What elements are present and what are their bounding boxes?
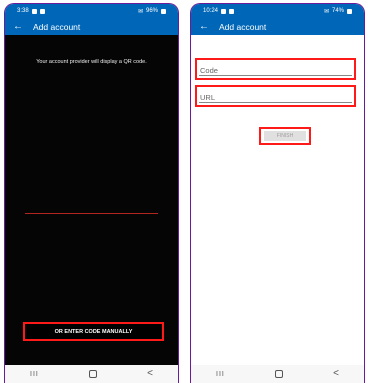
scan-line	[25, 213, 158, 214]
notification-icon	[31, 8, 37, 14]
notification-icon	[39, 8, 45, 14]
phone-qr-scan-screen: 3:38 ✉ 96% ← Add account Your account pr…	[4, 3, 179, 383]
status-time: 3:38	[17, 8, 29, 14]
notification-icon	[221, 8, 227, 14]
input-underline	[199, 102, 352, 103]
qr-camera-viewfinder: Your account provider will display a QR …	[5, 35, 178, 365]
qr-instruction-text: Your account provider will display a QR …	[36, 59, 147, 65]
status-bar: 10:24 ✉ 74%	[191, 4, 364, 18]
page-title: Add account	[33, 21, 81, 32]
finish-button-highlight: FINISH	[259, 127, 311, 145]
back-arrow-icon[interactable]: ←	[199, 21, 213, 32]
wifi-icon: ✉	[323, 8, 329, 15]
page-title: Add account	[219, 21, 267, 32]
home-icon[interactable]	[274, 370, 283, 378]
url-input[interactable]	[197, 88, 354, 107]
nav-back-icon[interactable]: <	[333, 369, 339, 379]
back-arrow-icon[interactable]: ←	[13, 21, 27, 32]
manual-entry-form: FINISH	[191, 35, 364, 365]
recent-apps-icon[interactable]: III	[30, 371, 39, 378]
nav-back-icon[interactable]: <	[147, 369, 153, 379]
android-nav-bar: III <	[191, 365, 364, 383]
battery-icon	[161, 8, 166, 14]
enter-code-manually-button[interactable]: OR ENTER CODE MANUALLY	[23, 322, 164, 341]
battery-icon	[347, 8, 352, 14]
input-underline	[199, 75, 352, 76]
android-nav-bar: III <	[5, 365, 178, 383]
home-icon[interactable]	[88, 370, 97, 378]
notification-icon	[229, 8, 235, 14]
recent-apps-icon[interactable]: III	[216, 371, 225, 378]
code-field-box	[195, 58, 356, 80]
url-field-box	[195, 85, 356, 107]
status-time: 10:24	[203, 8, 219, 14]
wifi-icon: ✉	[137, 8, 143, 15]
phone-manual-entry-screen: 10:24 ✉ 74% ← Add account FINISH III <	[190, 3, 365, 383]
finish-button[interactable]: FINISH	[264, 131, 306, 141]
battery-level: 74%	[331, 8, 344, 14]
code-input[interactable]	[197, 61, 354, 80]
app-bar: ← Add account	[5, 18, 178, 35]
app-bar: ← Add account	[191, 18, 364, 35]
battery-level: 96%	[145, 8, 158, 14]
status-bar: 3:38 ✉ 96%	[5, 4, 178, 18]
